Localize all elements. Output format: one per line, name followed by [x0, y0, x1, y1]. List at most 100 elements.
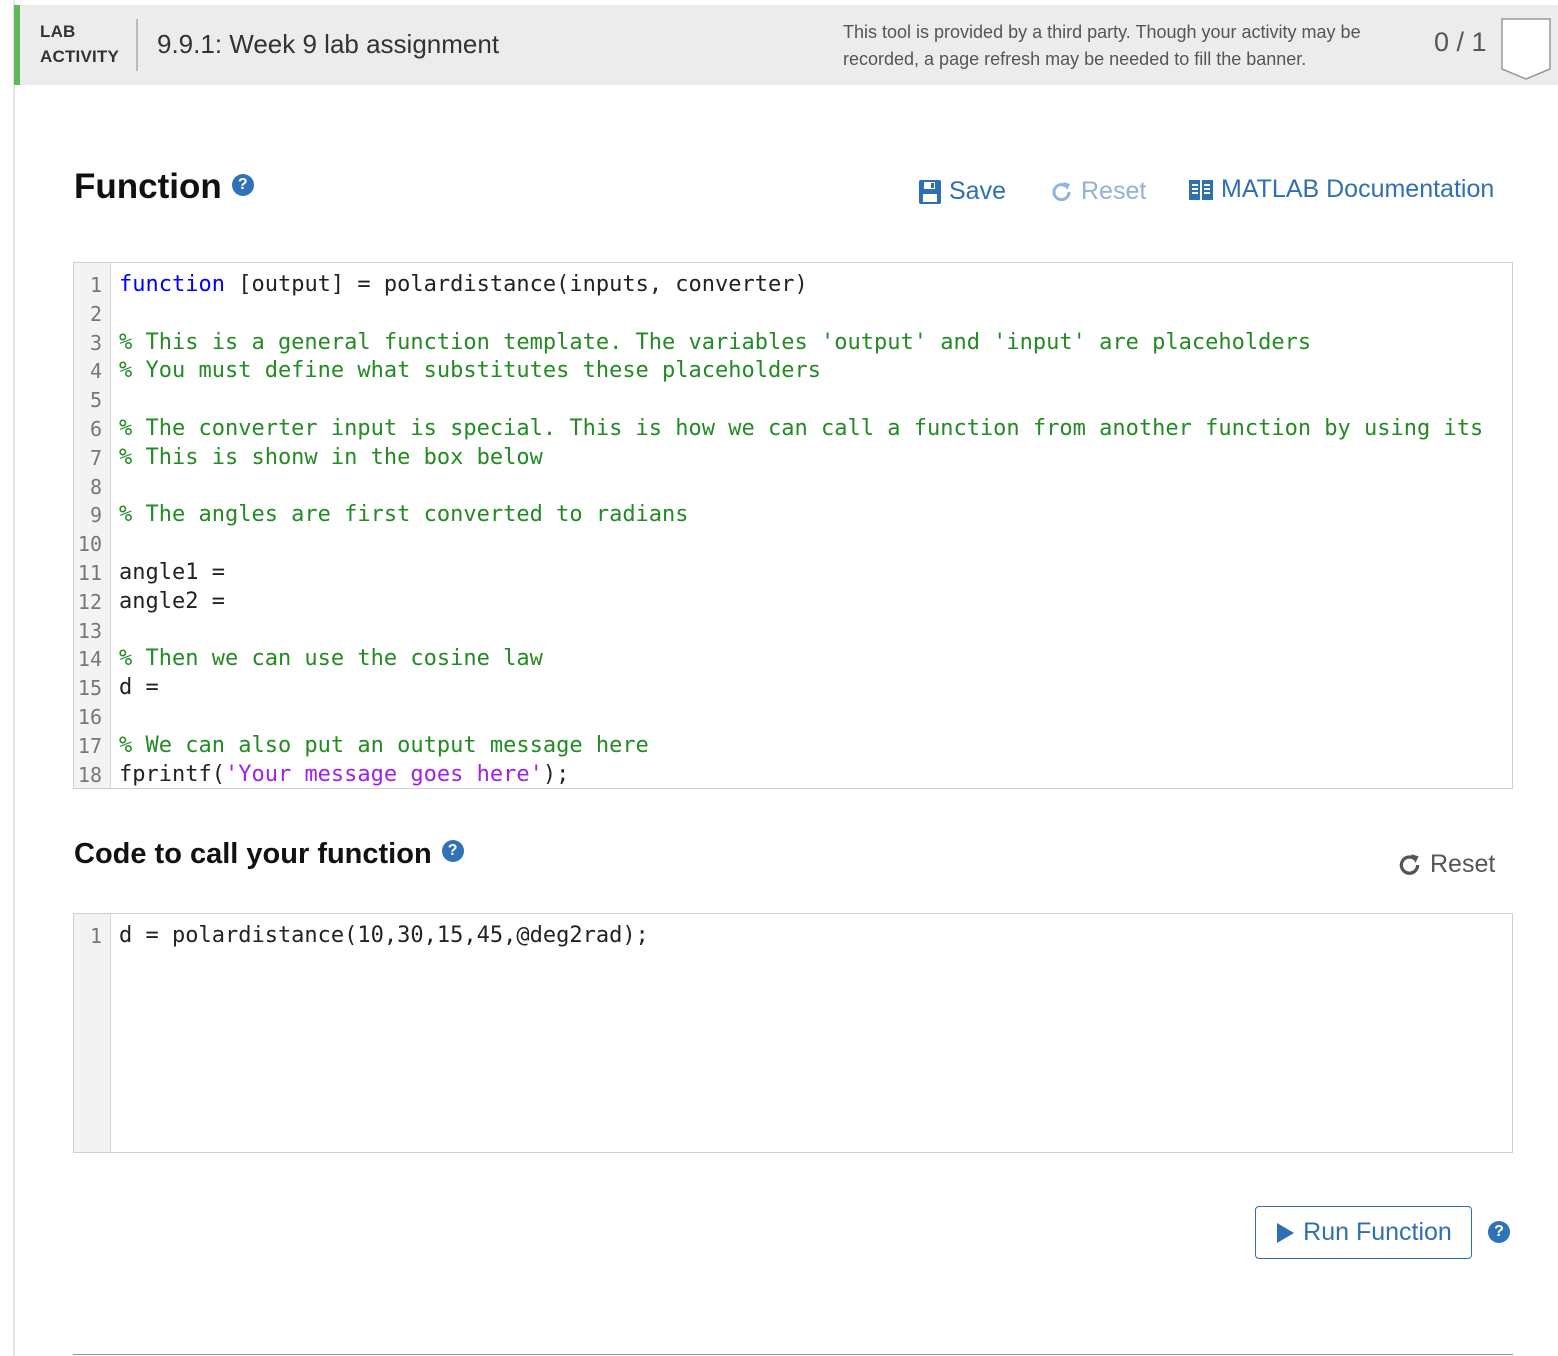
- code-line: 5: [74, 386, 1512, 415]
- line-number: 16: [77, 704, 102, 729]
- line-number: 15: [77, 676, 102, 701]
- third-party-notice: This tool is provided by a third party. …: [843, 22, 1361, 69]
- code-line: 11 angle1 =: [74, 559, 1512, 588]
- save-button[interactable]: Save: [918, 177, 1006, 206]
- line-code: % Then we can use the cosine law: [119, 645, 543, 674]
- code-line: 10: [74, 530, 1512, 559]
- code-token: );: [542, 761, 570, 787]
- code-line: 8: [74, 473, 1512, 502]
- lab-tag-line1: LAB: [40, 22, 76, 41]
- code-line: 12 angle2 =: [74, 588, 1512, 617]
- run-function-button[interactable]: Run Function: [1255, 1206, 1472, 1259]
- page-left-border: [13, 0, 15, 1356]
- code-line: 17 % We can also put an output message he…: [74, 732, 1512, 761]
- function-heading: Function?: [74, 167, 254, 207]
- header-divider: [136, 19, 138, 71]
- line-number: 14: [77, 647, 102, 672]
- code-token: angle1 =: [119, 559, 225, 585]
- refresh-icon: [1399, 853, 1420, 875]
- code-line: 16: [74, 703, 1512, 732]
- code-token: d = polardistance(10,30,15,45,@deg2rad);: [119, 923, 649, 948]
- activity-title: 9.9.1: Week 9 lab assignment: [157, 29, 500, 59]
- call-code-heading: Code to call your function?: [74, 838, 464, 871]
- code-line: 9 % The angles are first converted to rad…: [74, 501, 1512, 530]
- code-line: 1 d = polardistance(10,30,15,45,@deg2rad)…: [74, 922, 1512, 951]
- code-line: 14 % Then we can use the cosine law: [74, 645, 1512, 674]
- score-text: 0 / 1: [1434, 27, 1487, 57]
- line-code: angle2 =: [119, 588, 225, 617]
- line-code: % You must define what substitutes these…: [119, 357, 821, 386]
- line-code: % The converter input is special. This i…: [119, 415, 1483, 444]
- code-line: 4 % You must define what substitutes thes…: [74, 357, 1512, 386]
- run-help-icon[interactable]: ?: [1488, 1221, 1510, 1243]
- completion-badge-icon: [1501, 18, 1551, 80]
- book-icon: [1189, 179, 1213, 200]
- call-heading-text: Code to call your function: [74, 838, 432, 870]
- floppy-disk-icon: [919, 179, 941, 204]
- line-number: 7: [89, 445, 102, 470]
- line-number: 17: [77, 733, 102, 758]
- documentation-label: MATLAB Documentation: [1221, 175, 1495, 203]
- reset-label: Reset: [1081, 177, 1147, 205]
- line-code: % This is a general function template. T…: [119, 329, 1311, 358]
- code-token: angle2 =: [119, 588, 225, 614]
- line-number: 4: [89, 359, 102, 384]
- code-token: % This is a general function template. T…: [119, 329, 1312, 355]
- call-code-editor[interactable]: 1 d = polardistance(10,30,15,45,@deg2rad)…: [73, 913, 1513, 1153]
- matlab-documentation-link[interactable]: MATLAB Documentation: [1188, 175, 1494, 204]
- refresh-icon: [1052, 181, 1071, 201]
- line-number: 11: [77, 560, 102, 585]
- line-number: 18: [77, 762, 102, 787]
- line-number: 6: [89, 416, 102, 441]
- line-number: 10: [77, 532, 102, 557]
- run-function-label: Run Function: [1303, 1218, 1452, 1246]
- line-code: % We can also put an output message here: [119, 732, 649, 761]
- line-number: 5: [89, 388, 102, 413]
- code-token: function: [119, 272, 225, 297]
- line-code: angle1 =: [119, 559, 225, 588]
- line-number: 2: [89, 301, 102, 326]
- code-line: 13: [74, 617, 1512, 646]
- line-number: 9: [89, 503, 102, 528]
- reset-function-button[interactable]: Reset: [1050, 177, 1146, 206]
- code-token: % Then we can use the cosine law: [119, 646, 543, 672]
- line-code: % This is shonw in the box below: [119, 444, 543, 473]
- code-token: % The converter input is special. This i…: [119, 415, 1484, 441]
- code-token: d =: [119, 675, 159, 701]
- call-code-lines: 1 d = polardistance(10,30,15,45,@deg2rad)…: [74, 922, 1512, 951]
- line-number: 1: [89, 273, 102, 297]
- code-token: 'Your message goes here': [224, 761, 543, 787]
- lab-tag-line2: ACTIVITY: [40, 47, 120, 66]
- code-line: 15 d =: [74, 674, 1512, 703]
- code-token: % This is shonw in the box below: [119, 444, 543, 470]
- line-code: fprintf('Your message goes here');: [119, 761, 570, 788]
- lab-activity-tag: LAB ACTIVITY: [40, 19, 119, 69]
- code-line: 18 fprintf('Your message goes here');: [74, 761, 1512, 788]
- lab-activity-header: LAB ACTIVITY 9.9.1: Week 9 lab assignmen…: [14, 5, 1558, 85]
- code-line: 2: [74, 300, 1512, 329]
- code-token: % You must define what substitutes these…: [119, 358, 821, 384]
- code-line: 6 % The converter input is special. This …: [74, 415, 1512, 444]
- save-label: Save: [949, 177, 1006, 205]
- line-code: d =: [119, 674, 159, 703]
- reset-call-label: Reset: [1430, 850, 1496, 878]
- line-code: d = polardistance(10,30,15,45,@deg2rad);: [119, 922, 649, 951]
- line-number: 13: [77, 618, 102, 643]
- function-code-editor[interactable]: 1 function [output] = polardistance(input…: [73, 262, 1513, 789]
- function-help-icon[interactable]: ?: [231, 173, 254, 196]
- call-help-icon[interactable]: ?: [441, 840, 464, 863]
- code-line: 3 % This is a general function template. …: [74, 329, 1512, 358]
- line-number: 3: [89, 330, 102, 355]
- code-token: [output] = polardistance(inputs, convert…: [224, 272, 808, 297]
- line-number: 12: [77, 589, 102, 614]
- line-number: 1: [89, 924, 102, 948]
- line-code: function [output] = polardistance(inputs…: [119, 271, 808, 300]
- function-heading-text: Function: [74, 167, 222, 206]
- function-code-lines: 1 function [output] = polardistance(input…: [74, 271, 1512, 788]
- reset-call-button[interactable]: Reset: [1397, 850, 1495, 879]
- bottom-divider: [73, 1354, 1513, 1355]
- code-line: 7 % This is shonw in the box below: [74, 444, 1512, 473]
- code-token: % The angles are first converted to radi…: [119, 502, 689, 528]
- line-number: 8: [89, 474, 102, 499]
- play-icon: [1277, 1222, 1295, 1243]
